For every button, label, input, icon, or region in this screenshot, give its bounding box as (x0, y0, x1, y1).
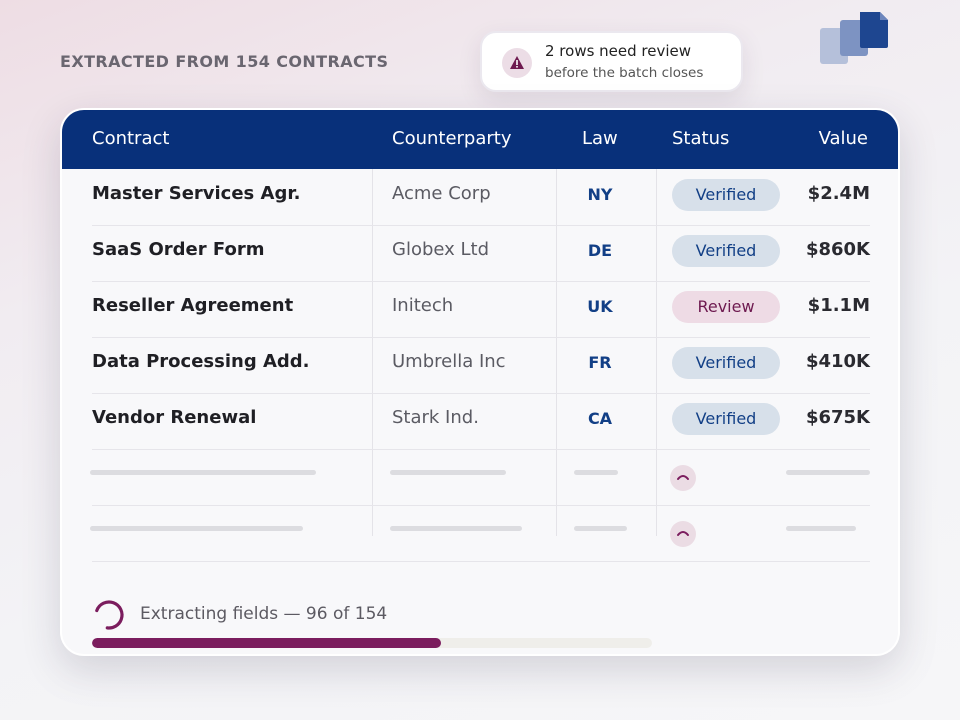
extraction-table-card: Contract Counterparty Law Status Value M… (60, 108, 900, 656)
contract-value: $1.1M (807, 295, 870, 316)
counterparty: Acme Corp (392, 183, 491, 204)
table-row[interactable]: Data Processing Add. Umbrella Inc FR Ver… (92, 337, 870, 394)
contract-value: $2.4M (807, 183, 870, 204)
contract-value: $860K (805, 239, 870, 260)
notification-title: 2 rows need review (545, 42, 692, 60)
skeleton-bar (390, 470, 506, 475)
contract-name: Master Services Agr. (92, 183, 301, 204)
status-badge[interactable]: Verified (672, 235, 780, 267)
column-header-counterparty[interactable]: Counterparty (392, 128, 512, 149)
governing-law: FR (588, 353, 612, 372)
progress-bar-fill (92, 638, 441, 648)
column-header-contract[interactable]: Contract (92, 128, 169, 149)
loading-chevron-icon (670, 465, 696, 491)
loading-spinner-icon (92, 598, 126, 632)
contract-name: Data Processing Add. (92, 351, 310, 372)
skeleton-bar (786, 470, 870, 475)
status-badge[interactable]: Verified (672, 347, 780, 379)
skeleton-bar (390, 526, 522, 531)
table-row[interactable]: Reseller Agreement Initech UK Review $1.… (92, 281, 870, 338)
loading-row (90, 449, 870, 506)
contract-name: Reseller Agreement (92, 295, 294, 316)
governing-law: UK (587, 297, 613, 316)
skeleton-bar (574, 526, 627, 531)
review-notification[interactable]: 2 rows need review before the batch clos… (480, 31, 743, 92)
table-row[interactable]: SaaS Order Form Globex Ltd DE Verified $… (92, 225, 870, 282)
notification-subtitle: before the batch closes (545, 65, 704, 81)
loading-chevron-icon (670, 521, 696, 547)
progress-label: Extracting fields — 96 of 154 (140, 604, 388, 624)
skeleton-bar (574, 470, 618, 475)
contract-value: $675K (805, 407, 870, 428)
column-header-law[interactable]: Law (582, 128, 618, 149)
counterparty: Initech (392, 295, 454, 316)
table-row[interactable]: Master Services Agr. Acme Corp NY Verifi… (92, 169, 870, 226)
table-header: Contract Counterparty Law Status Value (62, 110, 898, 169)
governing-law: CA (587, 409, 613, 428)
table-row[interactable]: Vendor Renewal Stark Ind. CA Verified $6… (92, 393, 870, 450)
counterparty: Umbrella Inc (392, 351, 506, 372)
skeleton-bar (90, 470, 316, 475)
stacked-documents-icon (818, 10, 890, 66)
loading-row (90, 505, 870, 562)
contract-name: SaaS Order Form (92, 239, 265, 260)
contract-value: $410K (805, 351, 870, 372)
status-badge[interactable]: Verified (672, 403, 780, 435)
counterparty: Globex Ltd (392, 239, 490, 260)
governing-law: NY (587, 185, 613, 204)
contract-name: Vendor Renewal (92, 407, 257, 428)
skeleton-bar (786, 526, 856, 531)
skeleton-bar (90, 526, 303, 531)
progress-bar (92, 638, 652, 648)
counterparty: Stark Ind. (392, 407, 479, 428)
column-header-value[interactable]: Value (819, 128, 868, 149)
page-heading: EXTRACTED FROM 154 CONTRACTS (60, 52, 389, 71)
column-header-status[interactable]: Status (672, 128, 729, 149)
warning-icon (502, 48, 532, 78)
status-badge[interactable]: Review (672, 291, 780, 323)
governing-law: DE (587, 241, 613, 260)
status-badge[interactable]: Verified (672, 179, 780, 211)
